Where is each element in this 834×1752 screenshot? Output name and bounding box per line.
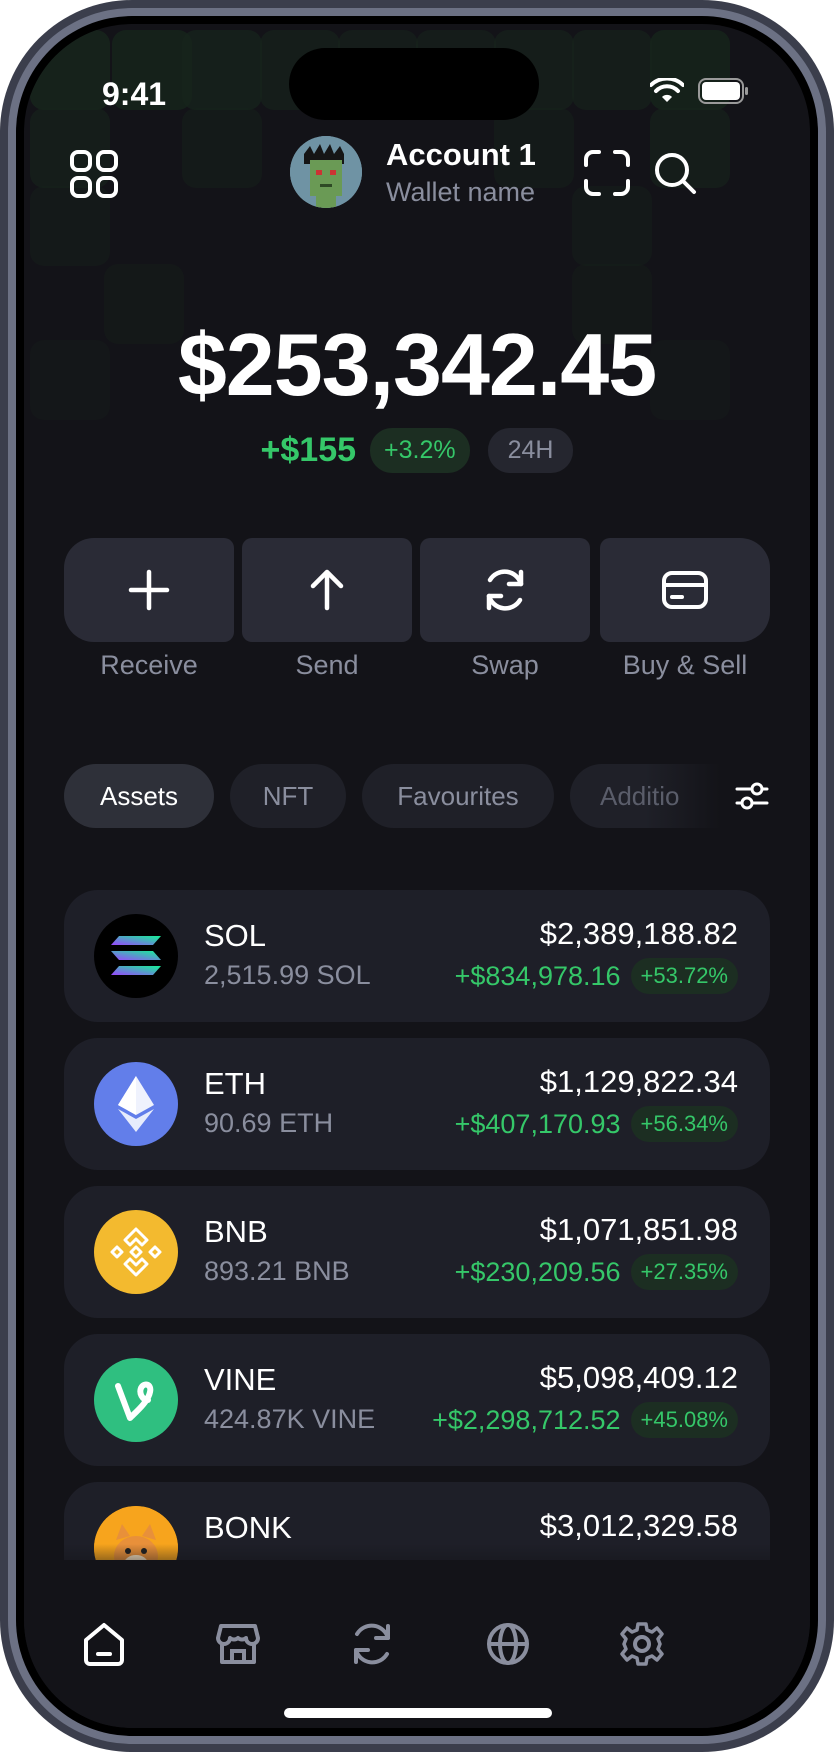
globe-icon bbox=[487, 1623, 529, 1665]
period-selector[interactable]: 24H bbox=[487, 428, 574, 473]
asset-change-row: +$834,978.16 +53.72% bbox=[455, 958, 738, 994]
plus-icon bbox=[128, 569, 170, 611]
asset-change-percent: +45.08% bbox=[630, 1402, 738, 1438]
scan-button[interactable] bbox=[580, 146, 634, 200]
search-icon bbox=[655, 153, 696, 194]
tab-nft[interactable]: NFT bbox=[230, 764, 346, 828]
asset-amount: 90.69 ETH bbox=[204, 1108, 334, 1138]
bottom-nav bbox=[24, 1560, 810, 1728]
asset-change-percent: +27.35% bbox=[630, 1254, 738, 1290]
total-balance: $253,342.45 bbox=[177, 315, 657, 414]
dynamic-island bbox=[289, 48, 539, 120]
change-percent-badge: +3.2% bbox=[370, 428, 470, 473]
gear-icon bbox=[620, 1622, 664, 1666]
wallet-screen: 9:41 Account 1 Wallet name $253,342.45 +… bbox=[24, 24, 810, 1728]
arrow-up-icon bbox=[310, 569, 344, 611]
change-amount: +$155 bbox=[260, 431, 357, 469]
asset-tabs: Assets NFT Favourites Additio bbox=[64, 764, 770, 830]
wifi-icon bbox=[649, 76, 685, 109]
asset-change-row: +$230,209.56 +27.35% bbox=[455, 1254, 738, 1290]
tab-assets[interactable]: Assets bbox=[64, 764, 214, 828]
asset-row-vine[interactable]: VINE 424.87K VINE $5,098,409.12 +$2,298,… bbox=[64, 1334, 770, 1466]
asset-symbol: VINE bbox=[204, 1362, 277, 1397]
asset-amount: 424.87K VINE bbox=[204, 1404, 376, 1434]
asset-symbol: SOL bbox=[204, 918, 267, 953]
asset-change: +$834,978.16 bbox=[454, 960, 621, 991]
refresh-icon bbox=[486, 569, 524, 611]
tab-additional[interactable]: Additio bbox=[570, 764, 720, 828]
asset-amount: 2,515.99 SOL bbox=[204, 960, 371, 990]
nav-home[interactable] bbox=[76, 1616, 132, 1672]
send-button[interactable] bbox=[242, 538, 412, 642]
balance-change-row: +$155 +3.2% 24H bbox=[24, 428, 810, 473]
home-icon bbox=[84, 1623, 124, 1666]
asset-symbol: BONK bbox=[204, 1510, 292, 1545]
ethereum-icon bbox=[94, 1062, 178, 1146]
phone-frame: 9:41 Account 1 Wallet name $253,342.45 +… bbox=[0, 0, 834, 1752]
battery-icon bbox=[698, 78, 750, 109]
nav-swap[interactable] bbox=[344, 1616, 400, 1672]
buy-sell-button[interactable] bbox=[600, 538, 770, 642]
receive-label: Receive bbox=[100, 650, 198, 680]
status-icons bbox=[649, 76, 750, 109]
asset-row-bnb[interactable]: BNB 893.21 BNB $1,071,851.98 +$230,209.5… bbox=[64, 1186, 770, 1318]
asset-value: $1,129,822.34 bbox=[539, 1064, 738, 1099]
buy-sell-label: Buy & Sell bbox=[622, 650, 748, 680]
wallet-name: Wallet name bbox=[386, 177, 536, 207]
asset-row-sol[interactable]: SOL 2,515.99 SOL $2,389,188.82 +$834,978… bbox=[64, 890, 770, 1022]
asset-change-row: +$2,298,712.52 +45.08% bbox=[432, 1402, 738, 1438]
asset-change: +$230,209.56 bbox=[454, 1256, 621, 1287]
avatar[interactable] bbox=[290, 136, 362, 208]
sliders-icon bbox=[735, 782, 769, 810]
asset-symbol: ETH bbox=[204, 1066, 266, 1101]
asset-value: $2,389,188.82 bbox=[539, 916, 738, 951]
account-name[interactable]: Account 1 bbox=[386, 137, 536, 173]
store-icon bbox=[216, 1624, 260, 1664]
home-indicator bbox=[284, 1708, 552, 1718]
solana-icon bbox=[94, 914, 178, 998]
vine-icon bbox=[94, 1358, 178, 1442]
nav-browser[interactable] bbox=[480, 1616, 536, 1672]
card-icon bbox=[662, 571, 708, 609]
asset-change: +$407,170.93 bbox=[454, 1108, 621, 1139]
asset-change-row: +$407,170.93 +56.34% bbox=[455, 1106, 738, 1142]
asset-value: $5,098,409.12 bbox=[539, 1360, 738, 1395]
swap-label: Swap bbox=[471, 650, 539, 680]
asset-value: $1,071,851.98 bbox=[539, 1212, 738, 1247]
refresh-icon bbox=[354, 1623, 390, 1665]
tab-favourites[interactable]: Favourites bbox=[362, 764, 554, 828]
grid-icon bbox=[70, 150, 118, 198]
asset-row-eth[interactable]: ETH 90.69 ETH $1,129,822.34 +$407,170.93… bbox=[64, 1038, 770, 1170]
receive-button[interactable] bbox=[64, 538, 234, 642]
search-button[interactable] bbox=[648, 146, 702, 200]
bnb-icon bbox=[94, 1210, 178, 1294]
swap-button[interactable] bbox=[420, 538, 590, 642]
filter-button[interactable] bbox=[730, 774, 774, 818]
nav-settings[interactable] bbox=[614, 1616, 670, 1672]
asset-symbol: BNB bbox=[204, 1214, 268, 1249]
asset-amount: 893.21 BNB bbox=[204, 1256, 350, 1286]
send-label: Send bbox=[295, 650, 359, 680]
apps-grid-button[interactable] bbox=[64, 144, 124, 204]
asset-change-percent: +53.72% bbox=[630, 958, 738, 994]
asset-value: $3,012,329.58 bbox=[539, 1508, 738, 1543]
action-buttons bbox=[64, 538, 770, 648]
asset-change-percent: +56.34% bbox=[630, 1106, 738, 1142]
asset-change: +$2,298,712.52 bbox=[432, 1404, 621, 1435]
scan-icon bbox=[584, 150, 630, 196]
nav-marketplace[interactable] bbox=[210, 1616, 266, 1672]
status-time: 9:41 bbox=[102, 76, 167, 112]
